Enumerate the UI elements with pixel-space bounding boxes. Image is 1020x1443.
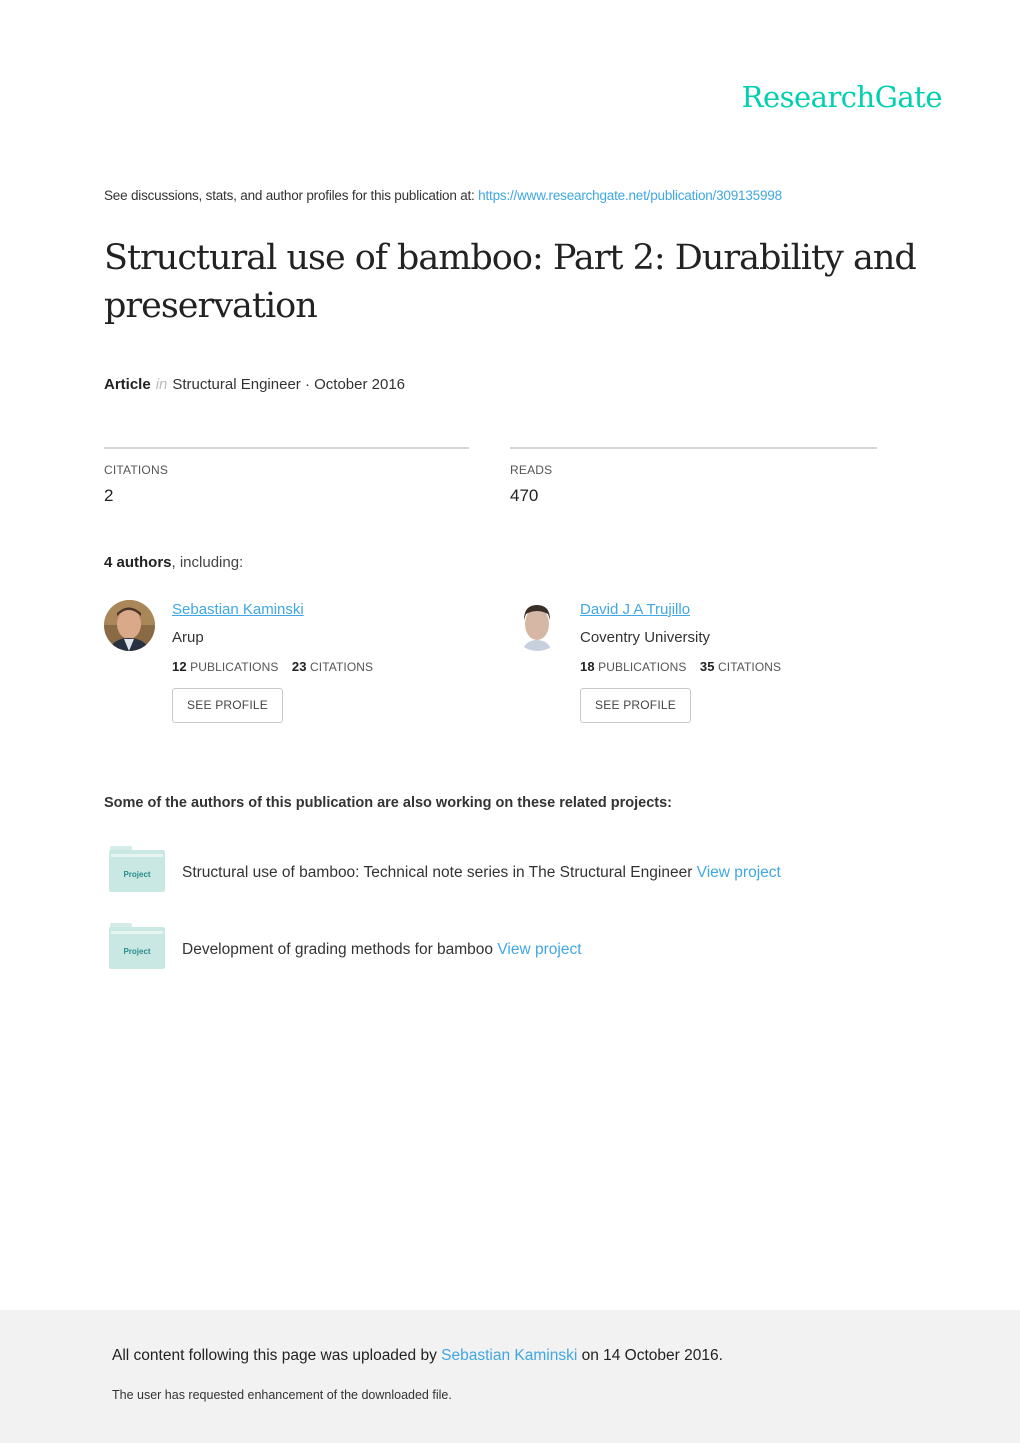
view-project-link[interactable]: View project bbox=[697, 864, 781, 881]
project-icon-label: Project bbox=[123, 947, 151, 956]
citations-label: CITATIONS bbox=[310, 660, 374, 674]
publications-label: PUBLICATIONS bbox=[598, 660, 687, 674]
uploader-link[interactable]: Sebastian Kaminski bbox=[441, 1347, 577, 1364]
reads-label: READS bbox=[510, 463, 553, 477]
upload-prefix: All content following this page was uplo… bbox=[112, 1347, 442, 1364]
upload-footer: All content following this page was uplo… bbox=[0, 1310, 1020, 1443]
publications-count: 12 bbox=[172, 659, 187, 674]
see-profile-button[interactable]: SEE PROFILE bbox=[172, 688, 283, 723]
authors-heading: 4 authors, including: bbox=[104, 554, 243, 571]
author-institution: Arup bbox=[172, 629, 204, 646]
venue-date: Structural Engineer · October 2016 bbox=[172, 376, 405, 393]
authors-suffix: , including: bbox=[171, 554, 244, 571]
enhancement-request-note: The user has requested enhancement of th… bbox=[112, 1388, 452, 1402]
reads-value: 470 bbox=[510, 486, 539, 505]
project-folder-icon: Project bbox=[109, 846, 165, 892]
publications-label: PUBLICATIONS bbox=[190, 660, 279, 674]
upload-suffix: on 14 October 2016. bbox=[577, 1347, 723, 1364]
project-icon-label: Project bbox=[123, 870, 151, 879]
publication-url-link[interactable]: https://www.researchgate.net/publication… bbox=[478, 188, 782, 203]
publication-type: Article bbox=[104, 376, 151, 393]
related-projects-heading: Some of the authors of this publication … bbox=[104, 795, 673, 811]
in-label: in bbox=[155, 376, 168, 393]
avatar[interactable] bbox=[104, 600, 155, 651]
project-title: Development of grading methods for bambo… bbox=[182, 941, 494, 958]
project-item: Project Structural use of bamboo: Techni… bbox=[109, 846, 909, 892]
publications-count: 18 bbox=[580, 659, 595, 674]
reads-stat: READS 470 bbox=[510, 447, 877, 506]
author-counts: 12 PUBLICATIONS 23 CITATIONS bbox=[172, 659, 492, 674]
publication-meta: Article in Structural Engineer · October 2… bbox=[104, 376, 405, 393]
author-name-link[interactable]: David J A Trujillo bbox=[580, 600, 900, 620]
discussion-line: See discussions, stats, and author profi… bbox=[104, 188, 782, 203]
citations-stat: CITATIONS 2 bbox=[104, 447, 469, 506]
see-profile-button[interactable]: SEE PROFILE bbox=[580, 688, 691, 723]
project-folder-icon: Project bbox=[109, 923, 165, 969]
author-name-link[interactable]: Sebastian Kaminski bbox=[172, 600, 492, 620]
author-institution: Coventry University bbox=[580, 629, 711, 646]
project-title: Structural use of bamboo: Technical note… bbox=[182, 864, 693, 881]
citations-label: CITATIONS bbox=[718, 660, 782, 674]
citations-count: 23 bbox=[291, 659, 307, 674]
project-item: Project Development of grading methods f… bbox=[109, 923, 909, 969]
publication-title: Structural use of bamboo: Part 2: Durabi… bbox=[104, 238, 917, 326]
view-project-link[interactable]: View project bbox=[497, 941, 581, 958]
author-counts: 18 PUBLICATIONS 35 CITATIONS bbox=[580, 659, 900, 674]
citations-count: 35 bbox=[699, 659, 715, 674]
avatar[interactable] bbox=[512, 600, 563, 651]
discussion-text: See discussions, stats, and author profi… bbox=[104, 188, 479, 203]
upload-note: All content following this page was uplo… bbox=[112, 1347, 723, 1365]
researchgate-logo[interactable]: ResearchGate bbox=[742, 80, 943, 114]
authors-count: 4 authors bbox=[104, 554, 172, 571]
citations-label: CITATIONS bbox=[104, 463, 169, 477]
citations-value: 2 bbox=[104, 486, 114, 505]
